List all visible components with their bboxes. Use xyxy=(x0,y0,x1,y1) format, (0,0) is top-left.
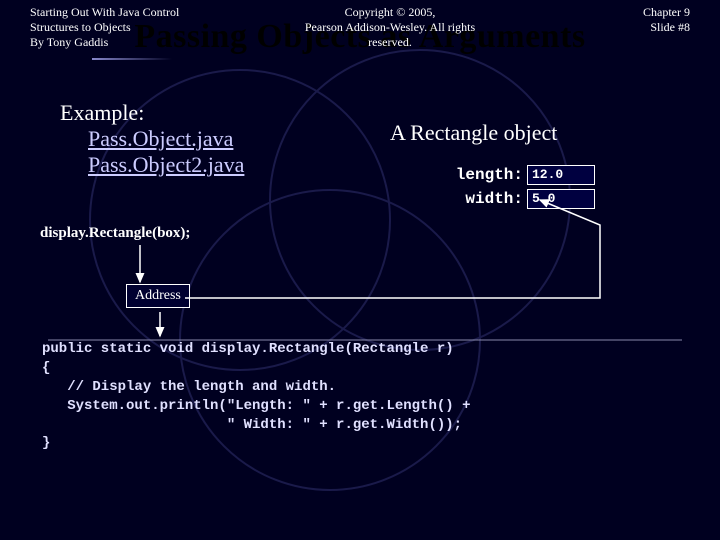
object-fields: length: 12.0 width: 5.0 xyxy=(445,165,595,213)
footer-right: Chapter 9 Slide #8 xyxy=(570,5,690,50)
length-label: length: xyxy=(445,166,523,184)
example-block: Example: Pass.Object.java Pass.Object2.j… xyxy=(60,100,244,178)
background-circles xyxy=(0,0,720,540)
method-call-label: display.Rectangle(box); xyxy=(40,225,190,242)
object-title: A Rectangle object xyxy=(390,120,557,146)
link-passobject[interactable]: Pass.Object.java xyxy=(88,126,244,152)
title-underline xyxy=(92,58,172,60)
address-box: Address xyxy=(126,284,190,308)
width-value: 5.0 xyxy=(527,189,595,209)
link-passobject2[interactable]: Pass.Object2.java xyxy=(88,152,244,178)
width-label: width: xyxy=(445,190,523,208)
code-block: public static void display.Rectangle(Rec… xyxy=(42,340,682,453)
footer: Starting Out With Java Control Structure… xyxy=(0,5,720,50)
footer-mid: Copyright © 2005, Pearson Addison-Wesley… xyxy=(290,5,490,50)
diagram-arrows xyxy=(0,0,720,540)
example-label: Example: xyxy=(60,100,244,126)
footer-left: Starting Out With Java Control Structure… xyxy=(30,5,210,50)
length-value: 12.0 xyxy=(527,165,595,185)
